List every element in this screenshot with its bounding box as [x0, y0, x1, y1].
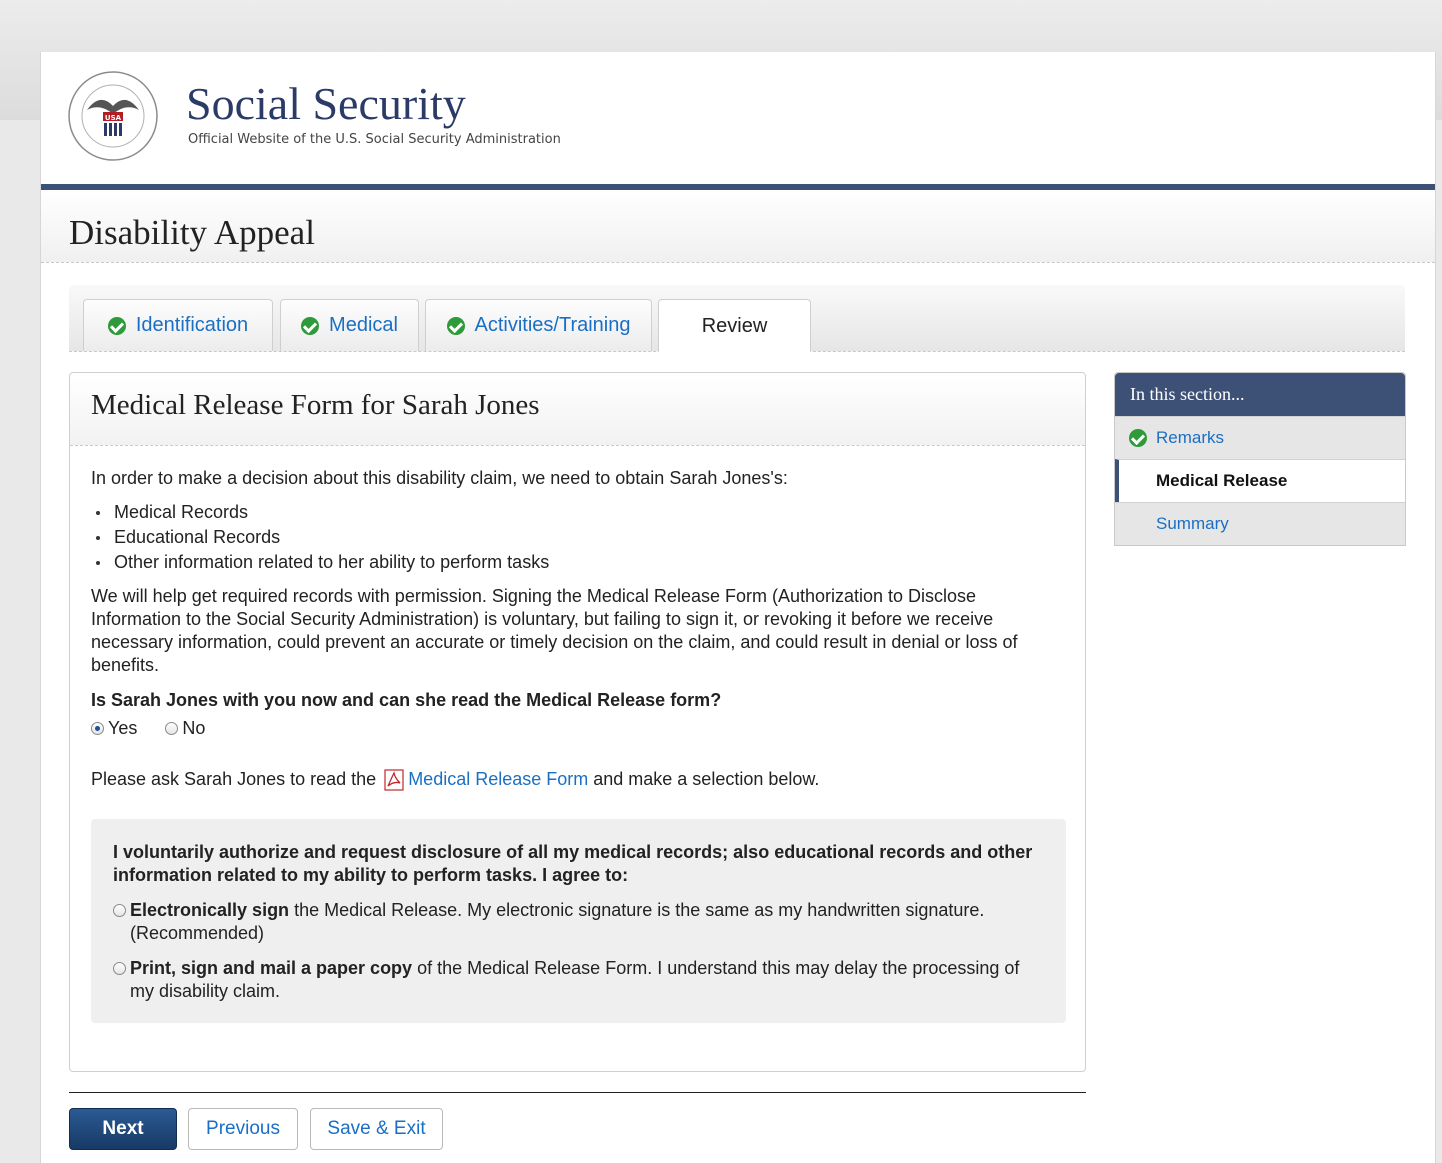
tab-label: Identification — [135, 314, 249, 336]
sidebar-item-label: Medical Release — [1156, 471, 1288, 490]
sidebar-item-label: Summary — [1156, 514, 1229, 533]
svg-text:USA: USA — [105, 114, 122, 122]
medical-release-panel: Medical Release Form for Sarah Jones In … — [69, 372, 1086, 1072]
option-paper-copy[interactable]: Print, sign and mail a paper copy of the… — [113, 957, 1044, 1003]
tab-label: Activities/Training — [474, 314, 631, 336]
site-title[interactable]: Social Security — [186, 78, 466, 130]
tab-bar: Identification Medical Activities/Traini… — [69, 285, 1405, 352]
read-form-instruction: Please ask Sarah Jones to read the Medic… — [91, 768, 1051, 791]
no-radio[interactable] — [165, 722, 179, 735]
sidebar-item-medical-release[interactable]: Medical Release — [1115, 459, 1405, 502]
list-item: Educational Records — [91, 525, 1051, 550]
instruction-prefix: Please ask Sarah Jones to read the — [91, 769, 377, 789]
next-button[interactable]: Next — [69, 1108, 177, 1150]
sidebar-heading: In this section... — [1115, 373, 1405, 416]
check-circle-icon — [107, 316, 126, 335]
previous-button[interactable]: Previous — [188, 1108, 298, 1150]
permission-paragraph: We will help get required records with p… — [91, 586, 1018, 675]
yes-radio-label[interactable]: Yes — [108, 717, 137, 740]
ssa-seal-icon[interactable]: USA — [67, 70, 159, 162]
list-item: Other information related to her ability… — [91, 550, 1051, 575]
tab-identification[interactable]: Identification — [83, 299, 273, 351]
tab-label: Medical — [329, 314, 398, 336]
site-header: USA Social Security Official Website of … — [41, 52, 1435, 190]
page-title: Disability Appeal — [69, 213, 315, 252]
sidebar-item-remarks[interactable]: Remarks — [1115, 416, 1405, 459]
sidebar-item-summary[interactable]: Summary — [1115, 502, 1405, 545]
pdf-icon[interactable] — [384, 768, 404, 791]
panel-title: Medical Release Form for Sarah Jones — [91, 389, 540, 421]
option-text: Print, sign and mail a paper copy of the… — [130, 957, 1044, 1003]
section-sidebar: In this section... Remarks Medical Relea… — [1114, 372, 1406, 546]
tab-label: Review — [701, 314, 768, 337]
option-electronic-sign[interactable]: Electronically sign the Medical Release.… — [113, 899, 1044, 945]
no-radio-label[interactable]: No — [182, 717, 205, 740]
site-subtitle: Official Website of the U.S. Social Secu… — [188, 132, 561, 147]
option-bold: Electronically sign — [130, 900, 290, 920]
list-item: Medical Records — [91, 500, 1051, 525]
electronic-sign-radio[interactable] — [113, 904, 126, 917]
footer-divider — [69, 1092, 1086, 1093]
presence-radio-group: Yes No — [91, 717, 1051, 740]
tab-review[interactable]: Review — [658, 299, 811, 352]
save-exit-button[interactable]: Save & Exit — [310, 1108, 443, 1150]
check-circle-icon — [1129, 429, 1147, 447]
panel-body: In order to make a decision about this d… — [91, 467, 1066, 1023]
check-circle-icon — [446, 316, 465, 335]
page-title-band: Disability Appeal — [41, 190, 1435, 263]
sidebar-item-label: Remarks — [1156, 428, 1225, 447]
check-circle-icon — [301, 316, 320, 335]
tab-activities-training[interactable]: Activities/Training — [425, 299, 652, 351]
panel-header: Medical Release Form for Sarah Jones — [70, 373, 1085, 446]
paper-copy-radio[interactable] — [113, 962, 126, 975]
medical-release-form-link[interactable]: Medical Release Form — [408, 768, 588, 791]
instruction-suffix: and make a selection below. — [593, 769, 820, 789]
intro-text: In order to make a decision about this d… — [91, 468, 788, 488]
records-list: Medical Records Educational Records Othe… — [91, 500, 1051, 575]
consent-heading: I voluntarily authorize and request disc… — [113, 842, 1033, 885]
page-container: USA Social Security Official Website of … — [40, 52, 1436, 1163]
tab-medical[interactable]: Medical — [280, 299, 419, 351]
presence-question: Is Sarah Jones with you now and can she … — [91, 690, 722, 710]
yes-radio[interactable] — [91, 722, 104, 735]
option-text: Electronically sign the Medical Release.… — [130, 899, 1044, 945]
consent-box: I voluntarily authorize and request disc… — [91, 819, 1066, 1023]
option-bold: Print, sign and mail a paper copy — [130, 958, 413, 978]
